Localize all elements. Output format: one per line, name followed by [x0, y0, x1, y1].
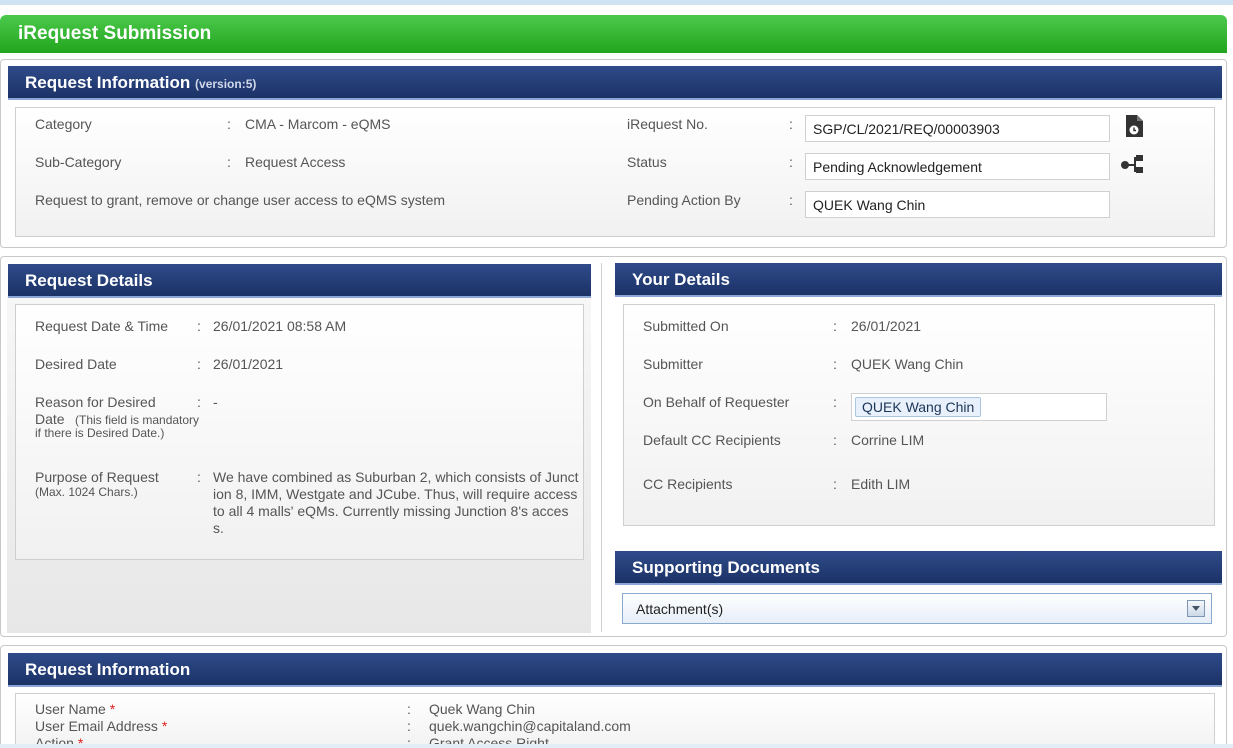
email-sep: : — [407, 718, 411, 734]
request-info-2-header: Request Information — [8, 653, 1222, 687]
supporting-docs-heading: Supporting Documents — [632, 558, 820, 577]
request-details-heading: Request Details — [25, 271, 153, 290]
reason-sep: : — [197, 394, 201, 410]
status-sep: : — [789, 154, 793, 170]
pending-action-label: Pending Action By — [627, 192, 741, 208]
attachments-dropdown[interactable]: Attachment(s) — [622, 593, 1212, 624]
request-info-2-box: User Name * : Quek Wang Chin User Email … — [15, 693, 1215, 748]
page-title: iRequest Submission — [0, 15, 1227, 53]
email-label-text: User Email Address — [35, 718, 158, 734]
desired-date-sep: : — [197, 356, 201, 372]
request-no-label: iRequest No. — [627, 116, 708, 132]
cc-recipients-sep: : — [833, 476, 837, 492]
user-name-value: Quek Wang Chin — [429, 701, 536, 717]
request-date-label: Request Date & Time — [35, 318, 169, 334]
email-required-mark: * — [161, 718, 168, 734]
your-details-box: Submitted On : 26/01/2021 Submitter : QU… — [623, 304, 1215, 526]
purpose-label: Purpose of Request — [35, 469, 159, 485]
request-info-2-heading: Request Information — [25, 660, 191, 679]
subcategory-sep: : — [227, 154, 231, 170]
reason-value: - — [213, 394, 218, 410]
subcategory-value: Request Access — [245, 154, 346, 170]
subcategory-label: Sub-Category — [35, 154, 122, 170]
cc-recipients-value: Edith LIM — [851, 476, 911, 492]
request-info-box: Category : CMA - Marcom - eQMS Sub-Categ… — [15, 107, 1215, 237]
your-details-header: Your Details — [615, 263, 1222, 297]
supporting-docs-header: Supporting Documents — [615, 551, 1222, 585]
default-cc-label: Default CC Recipients — [643, 432, 781, 448]
request-date-value: 26/01/2021 08:58 AM — [213, 318, 347, 334]
request-details-header: Request Details — [8, 264, 591, 298]
submitted-on-sep: : — [833, 318, 837, 334]
attachments-label: Attachment(s) — [636, 601, 724, 617]
purpose-note: (Max. 1024 Chars.) — [35, 485, 138, 499]
column-divider — [601, 263, 602, 632]
request-details-box: Request Date & Time : 26/01/2021 08:58 A… — [15, 304, 584, 560]
category-value: CMA - Marcom - eQMS — [245, 116, 391, 132]
status-label: Status — [627, 154, 667, 170]
user-name-required-mark: * — [109, 701, 116, 717]
request-info-panel: Request Information (version:5) Category… — [0, 59, 1227, 248]
email-value: quek.wangchin@capitaland.com — [429, 718, 631, 734]
user-name-label: User Name * — [35, 701, 115, 717]
status-field[interactable]: Pending Acknowledgement — [805, 153, 1110, 180]
category-description: Request to grant, remove or change user … — [35, 192, 446, 208]
on-behalf-sep: : — [833, 394, 837, 410]
request-details-panel: Request Details Request Date & Time : 26… — [0, 256, 1227, 637]
user-name-label-text: User Name — [35, 701, 106, 717]
category-label: Category — [35, 116, 92, 132]
submitted-on-label: Submitted On — [643, 318, 729, 334]
bottom-strip — [0, 744, 1233, 748]
pending-action-field[interactable]: QUEK Wang Chin — [805, 191, 1110, 218]
submitter-sep: : — [833, 356, 837, 372]
desired-date-label: Desired Date — [35, 356, 117, 372]
on-behalf-field[interactable]: QUEK Wang Chin — [851, 393, 1107, 421]
submitted-on-value: 26/01/2021 — [851, 318, 922, 334]
submitter-value: QUEK Wang Chin — [851, 356, 964, 372]
email-label: User Email Address * — [35, 718, 167, 734]
category-sep: : — [227, 116, 231, 132]
default-cc-value: Corrine LIM — [851, 432, 925, 448]
user-name-sep: : — [407, 701, 411, 717]
desired-date-value: 26/01/2021 — [213, 356, 284, 372]
purpose-value: We have combined as Suburban 2, which co… — [213, 469, 579, 536]
default-cc-sep: : — [833, 432, 837, 448]
version-label: (version:5) — [195, 77, 257, 91]
purpose-sep: : — [197, 469, 201, 485]
chevron-down-icon[interactable] — [1187, 600, 1205, 617]
pending-action-sep: : — [789, 192, 793, 208]
your-details-heading: Your Details — [632, 270, 730, 289]
request-info-header: Request Information (version:5) — [8, 66, 1222, 100]
reason-label: Reason for Desired — [35, 394, 156, 410]
top-strip — [0, 0, 1233, 5]
request-info-heading: Request Information — [25, 73, 191, 92]
cc-recipients-label: CC Recipients — [643, 476, 733, 492]
requester-token[interactable]: QUEK Wang Chin — [855, 397, 982, 417]
request-no-sep: : — [789, 116, 793, 132]
document-history-icon[interactable] — [1123, 114, 1145, 141]
workflow-icon[interactable] — [1120, 153, 1146, 178]
request-no-field[interactable]: SGP/CL/2021/REQ/00003903 — [805, 115, 1110, 142]
request-date-sep: : — [197, 318, 201, 334]
request-info-2-panel: Request Information User Name * : Quek W… — [0, 645, 1227, 748]
on-behalf-label: On Behalf of Requester — [643, 394, 790, 410]
submitter-label: Submitter — [643, 356, 703, 372]
reason-note: (This field is mandatory if there is Des… — [35, 413, 200, 440]
